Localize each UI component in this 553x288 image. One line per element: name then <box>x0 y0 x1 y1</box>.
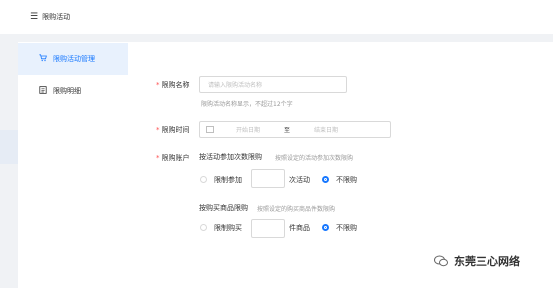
sidebar-item-label: 限购活动管理 <box>53 55 95 63</box>
item-nolimit-radio[interactable] <box>322 224 329 231</box>
name-input[interactable]: 请输入限购活动名称 <box>199 76 347 93</box>
required-mark: * <box>156 154 160 162</box>
wechat-icon <box>434 255 448 267</box>
page-title: 限购活动 <box>42 13 71 21</box>
left-strip-highlight <box>0 130 18 164</box>
watermark: 东莞三心网络 <box>434 253 520 269</box>
cart-icon <box>39 54 47 64</box>
end-date-placeholder: 结束日期 <box>314 127 339 134</box>
date-range-input[interactable]: 开始日期 至 结束日期 <box>199 121 391 138</box>
list-icon <box>39 86 47 96</box>
time-label: * 限购时间 <box>156 126 190 134</box>
name-label: * 限购名称 <box>156 81 190 89</box>
watermark-text: 东莞三心网络 <box>454 255 520 268</box>
name-hint: 限购活动名称显示，不超过12个字 <box>201 101 293 108</box>
activity-unit: 次活动 <box>289 176 310 184</box>
by-item-desc: 按照设定的购买商品件数限购 <box>257 206 336 213</box>
item-nolimit-label: 不限购 <box>336 224 357 232</box>
item-limit-label: 限制购买 <box>214 224 242 232</box>
menu-icon[interactable]: ☰ <box>30 12 38 22</box>
activity-limit-label: 限制参加 <box>214 176 242 184</box>
sidebar: 限购活动管理 限购明细 <box>18 42 128 288</box>
item-count-input[interactable] <box>251 219 285 238</box>
sidebar-item-limit-detail[interactable]: 限购明细 <box>18 75 128 107</box>
item-limit-radio[interactable] <box>200 224 207 231</box>
start-date-placeholder: 开始日期 <box>236 127 261 134</box>
activity-limit-radio[interactable] <box>200 176 207 183</box>
by-item-title: 按购买商品限购 <box>199 204 248 212</box>
range-separator: 至 <box>284 127 291 134</box>
activity-count-input[interactable] <box>251 169 285 188</box>
activity-nolimit-radio[interactable] <box>322 176 329 183</box>
required-mark: * <box>156 81 160 89</box>
activity-nolimit-label: 不限购 <box>336 176 357 184</box>
by-activity-desc: 按照设定的活动参加次数限购 <box>275 155 354 162</box>
sidebar-item-label: 限购明细 <box>53 87 81 95</box>
required-mark: * <box>156 126 160 134</box>
calendar-icon <box>206 126 214 133</box>
sidebar-item-limit-activity[interactable]: 限购活动管理 <box>18 43 128 75</box>
item-unit: 件商品 <box>289 224 310 232</box>
left-strip <box>0 34 18 288</box>
by-activity-title: 按活动参加次数限购 <box>199 153 262 161</box>
top-bar: ☰ 限购活动 <box>0 0 553 34</box>
accounts-label: * 限购账户 <box>156 154 190 162</box>
